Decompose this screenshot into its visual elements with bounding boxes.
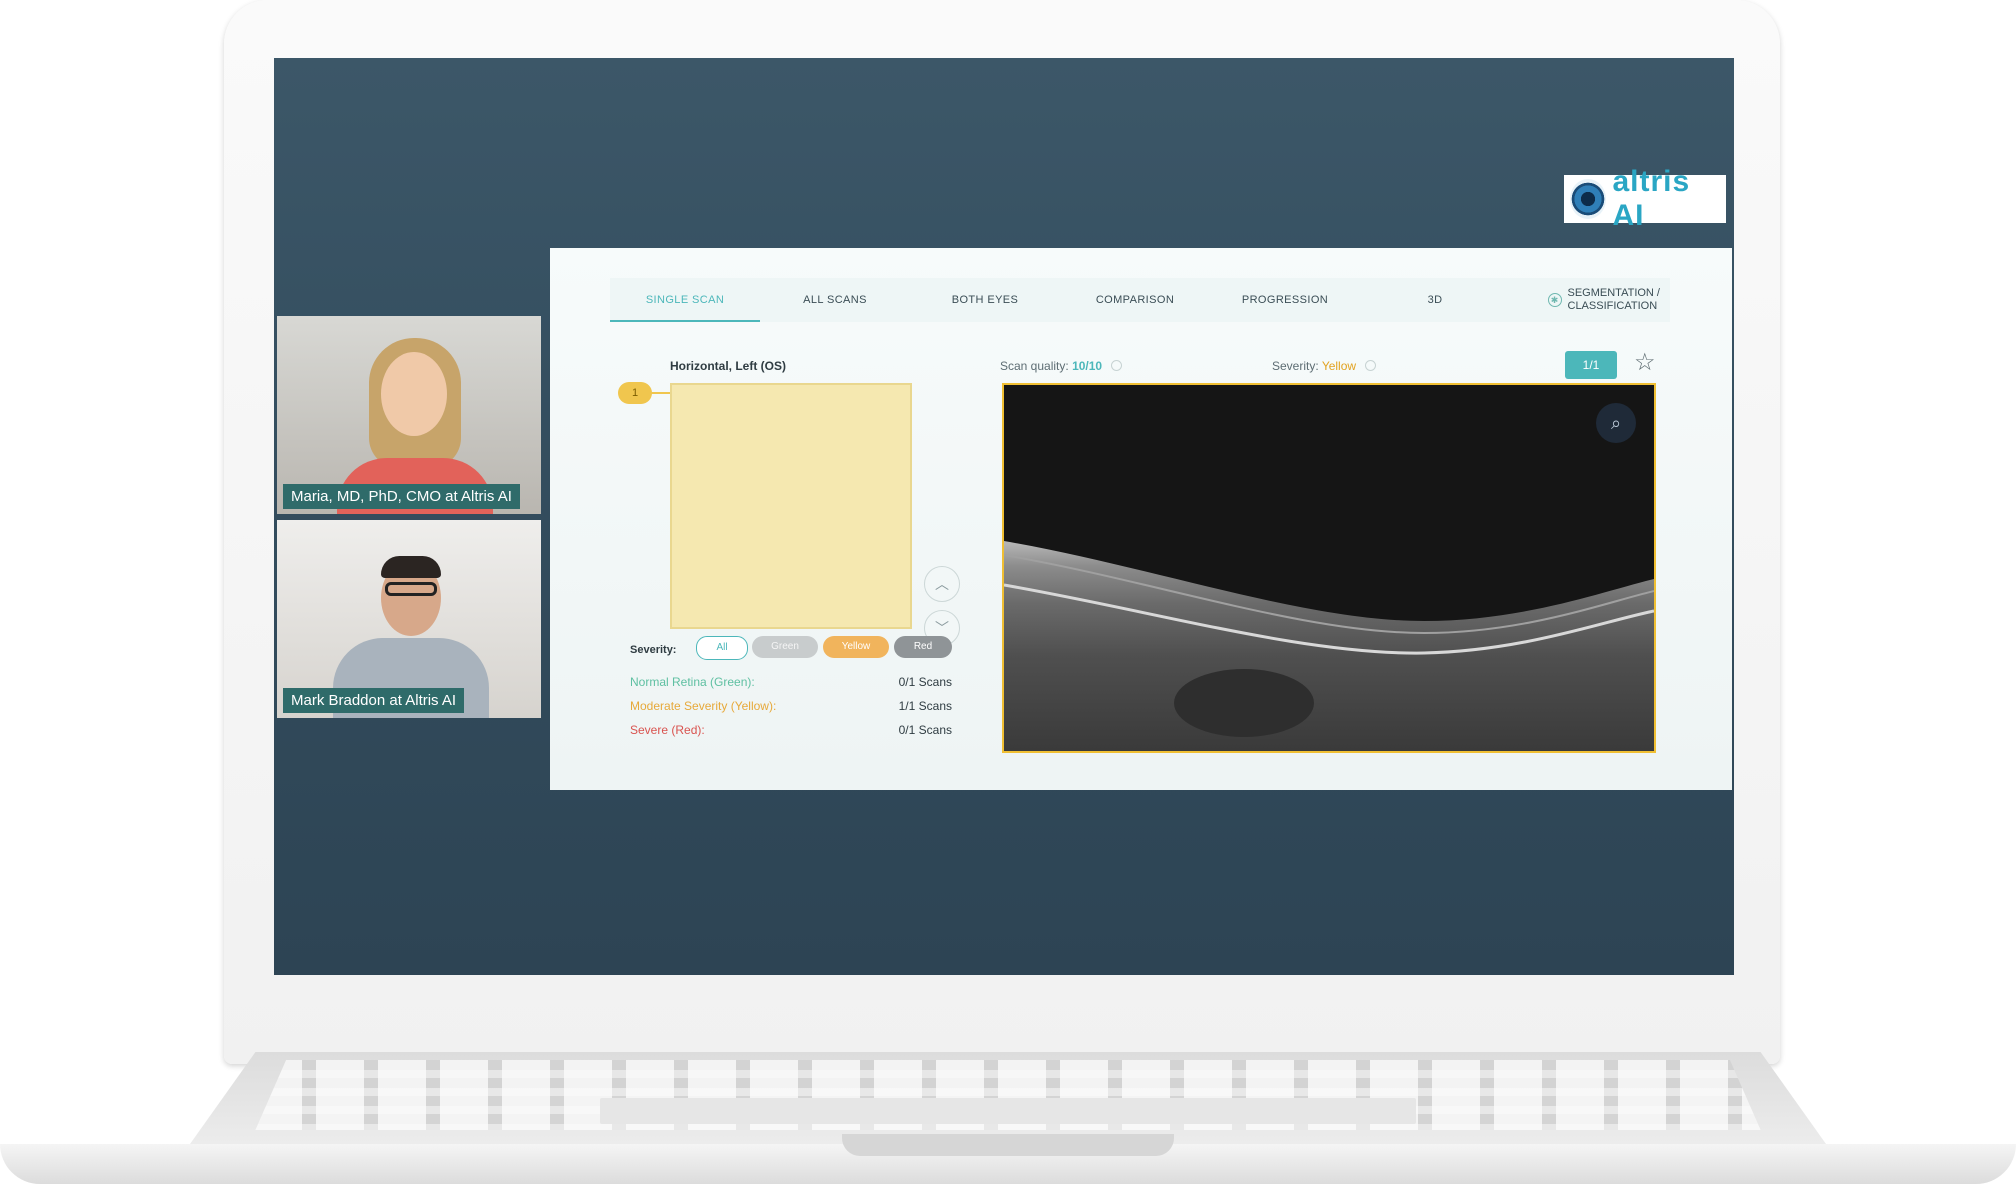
segmentation-icon: ✱ xyxy=(1547,293,1562,307)
logo-text: altris AI xyxy=(1612,165,1691,232)
person-hair xyxy=(381,556,441,578)
oct-scan-image[interactable]: ⌕ xyxy=(1002,383,1656,753)
summary-label: Moderate Severity (Yellow): xyxy=(630,699,777,713)
scan-quality-label: Scan quality: xyxy=(1000,359,1069,373)
info-icon[interactable] xyxy=(1365,360,1377,371)
filter-red-button[interactable]: Red xyxy=(894,636,952,658)
app-panel: SINGLE SCAN ALL SCANS BOTH EYES COMPARIS… xyxy=(550,248,1732,790)
filter-green-button[interactable]: Green xyxy=(752,636,818,658)
scan-severity-value: Yellow xyxy=(1321,359,1357,373)
oct-scan-graphic xyxy=(1004,385,1654,751)
segmentation-label-line2: CLASSIFICATION xyxy=(1567,300,1658,312)
search-icon[interactable]: ⌕ xyxy=(1596,403,1636,443)
participant-tile-2: Mark Braddon at Altris AI xyxy=(277,520,541,718)
star-icon[interactable]: ☆ xyxy=(1634,348,1656,377)
tab-segmentation[interactable]: ✱ SEGMENTATION / CLASSIFICATION xyxy=(1547,287,1671,313)
glasses xyxy=(385,582,437,596)
info-icon[interactable] xyxy=(1111,360,1123,371)
spacebar xyxy=(600,1098,1416,1124)
scan-marker[interactable]: 1 xyxy=(618,382,652,404)
filter-yellow-button[interactable]: Yellow xyxy=(823,636,889,658)
summary-row-green: Normal Retina (Green): 0/1 Scans xyxy=(630,675,952,689)
summary-label: Severe (Red): xyxy=(630,723,705,737)
laptop-screen: Maria, MD, PhD, CMO at Altris AI Mark Br… xyxy=(274,58,1734,975)
tab-all-scans[interactable]: ALL SCANS xyxy=(760,294,910,306)
scan-line xyxy=(648,392,670,394)
tab-bar: SINGLE SCAN ALL SCANS BOTH EYES COMPARIS… xyxy=(610,278,1670,322)
fundus-image[interactable] xyxy=(670,383,912,629)
segmentation-label-line1: SEGMENTATION / xyxy=(1567,287,1661,299)
person-face xyxy=(381,352,447,436)
summary-row-yellow: Moderate Severity (Yellow): 1/1 Scans xyxy=(630,699,952,713)
participant-tile-1: Maria, MD, PhD, CMO at Altris AI xyxy=(277,316,541,514)
severity-filter-label: Severity: xyxy=(630,644,677,656)
scan-severity: Severity: Yellow xyxy=(1272,359,1377,373)
tab-both-eyes[interactable]: BOTH EYES xyxy=(910,294,1060,306)
chevron-up-icon[interactable]: ︿ xyxy=(924,566,960,602)
tab-progression[interactable]: PROGRESSION xyxy=(1210,294,1360,306)
summary-value: 0/1 Scans xyxy=(898,723,952,737)
altris-logo: altris AI xyxy=(1564,165,1726,232)
scan-severity-label: Severity: xyxy=(1272,359,1319,373)
scan-title: Horizontal, Left (OS) xyxy=(670,359,786,373)
summary-label: Normal Retina (Green): xyxy=(630,675,755,689)
summary-value: 0/1 Scans xyxy=(898,675,952,689)
laptop-base xyxy=(0,1052,2016,1184)
scan-quality: Scan quality: 10/10 xyxy=(1000,359,1123,373)
summary-row-red: Severe (Red): 0/1 Scans xyxy=(630,723,952,737)
scan-quality-value: 10/10 xyxy=(1072,359,1103,373)
filter-all-button[interactable]: All xyxy=(696,636,748,660)
participant-name: Mark Braddon at Altris AI xyxy=(283,688,465,713)
eye-icon xyxy=(1570,179,1607,219)
tab-3d[interactable]: 3D xyxy=(1360,294,1510,306)
participant-name: Maria, MD, PhD, CMO at Altris AI xyxy=(283,484,520,509)
scan-pager[interactable]: 1/1 xyxy=(1565,351,1617,379)
tab-comparison[interactable]: COMPARISON xyxy=(1060,294,1210,306)
segmentation-label: SEGMENTATION / CLASSIFICATION xyxy=(1568,287,1661,313)
lid-notch xyxy=(842,1134,1174,1156)
summary-value: 1/1 Scans xyxy=(898,699,952,713)
tab-single-scan[interactable]: SINGLE SCAN xyxy=(610,294,760,322)
